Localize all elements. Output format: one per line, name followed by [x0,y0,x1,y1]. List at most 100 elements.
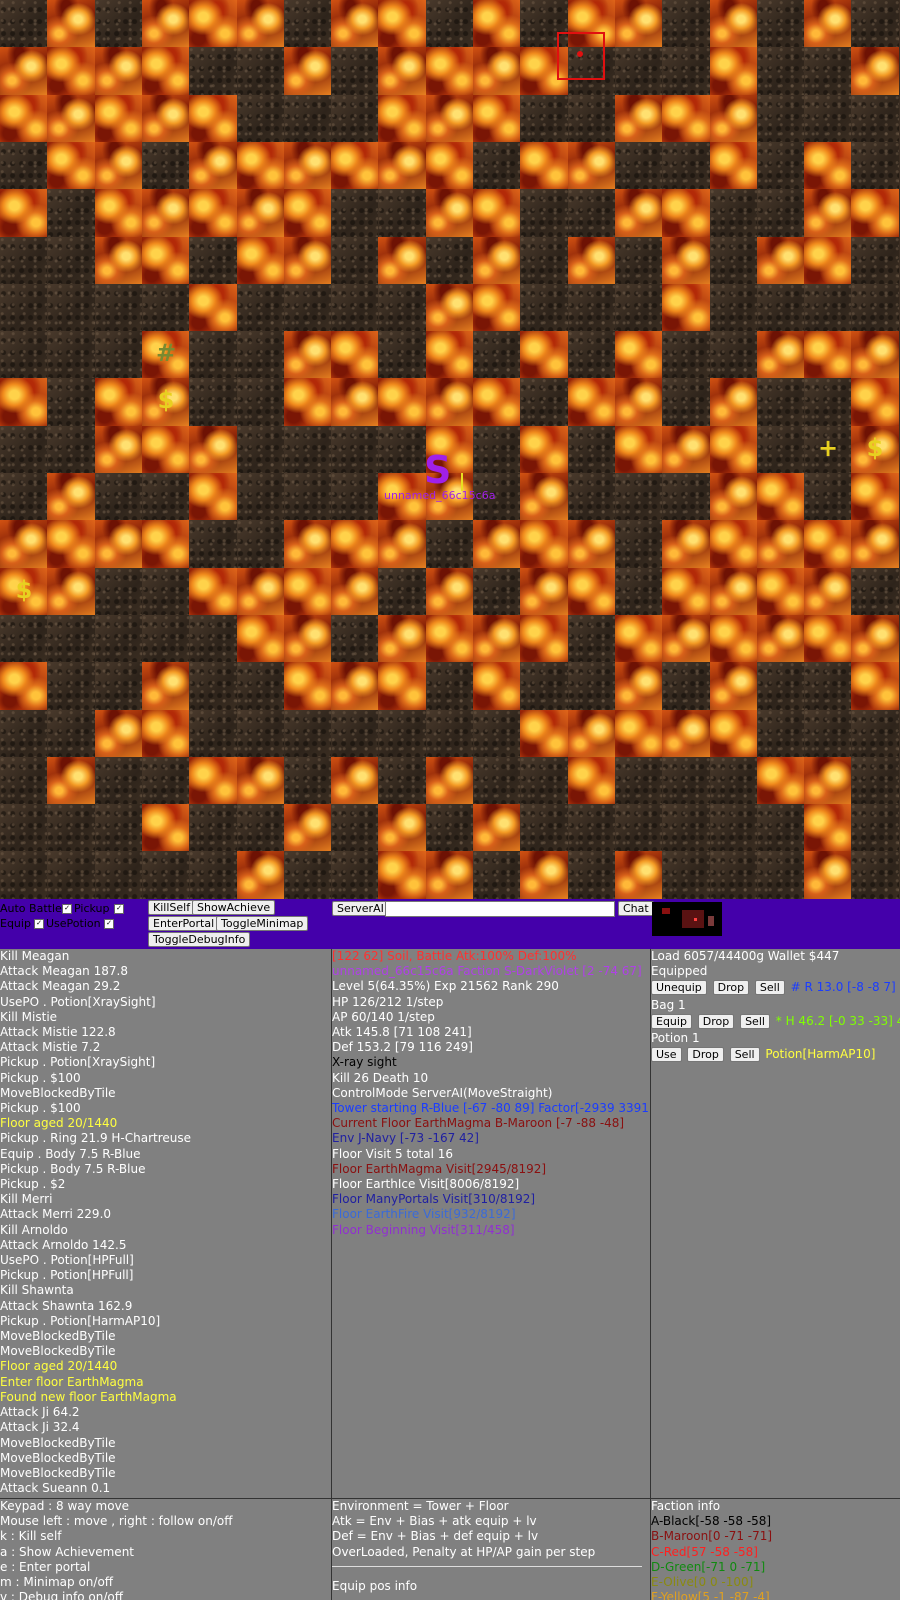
soil-tile[interactable] [568,804,616,852]
lava-tile[interactable] [0,47,48,95]
soil-tile[interactable] [804,284,852,332]
lava-tile[interactable] [189,95,237,143]
soil-tile[interactable] [189,520,237,568]
lava-tile[interactable] [473,520,521,568]
lava-tile[interactable] [237,142,285,190]
soil-tile[interactable] [662,0,710,48]
lava-tile[interactable] [378,520,426,568]
lava-tile[interactable] [662,615,710,663]
soil-tile[interactable] [615,568,663,616]
lava-tile[interactable] [142,804,190,852]
soil-tile[interactable] [804,662,852,710]
soil-tile[interactable] [284,851,332,899]
lava-tile[interactable] [568,378,616,426]
lava-tile[interactable] [426,142,474,190]
lava-tile[interactable] [378,0,426,48]
lava-tile[interactable] [662,520,710,568]
lava-tile[interactable] [426,331,474,379]
soil-tile[interactable] [757,189,805,237]
lava-tile[interactable] [284,615,332,663]
soil-tile[interactable] [851,710,899,758]
lava-tile[interactable] [237,568,285,616]
lava-tile[interactable] [804,237,852,285]
lava-tile[interactable] [520,710,568,758]
lava-tile[interactable] [95,237,143,285]
soil-tile[interactable] [95,284,143,332]
soil-tile[interactable] [615,473,663,521]
lava-tile[interactable] [0,520,48,568]
auto-battle-checkbox[interactable]: ✓ [62,904,72,914]
sell-potion-button[interactable]: Sell [729,1047,760,1063]
soil-tile[interactable] [851,757,899,805]
soil-tile[interactable] [757,284,805,332]
lava-tile[interactable] [473,662,521,710]
lava-tile[interactable] [142,47,190,95]
lava-tile[interactable] [662,189,710,237]
lava-tile[interactable] [284,662,332,710]
soil-tile[interactable] [757,804,805,852]
lava-tile[interactable] [568,710,616,758]
soil-tile[interactable] [331,615,379,663]
soil-tile[interactable] [47,331,95,379]
lava-tile[interactable] [47,520,95,568]
lava-tile[interactable] [142,520,190,568]
soil-tile[interactable] [237,710,285,758]
soil-tile[interactable] [284,426,332,474]
soil-tile[interactable] [568,284,616,332]
lava-tile[interactable] [284,142,332,190]
soil-tile[interactable] [47,426,95,474]
lava-tile[interactable] [237,237,285,285]
server-ai-button[interactable]: ServerAI [332,901,389,916]
soil-tile[interactable] [520,662,568,710]
lava-tile[interactable] [426,47,474,95]
lava-tile[interactable] [331,520,379,568]
drop-bag-button[interactable]: Drop [697,1013,735,1029]
lava-tile[interactable] [189,757,237,805]
lava-tile[interactable] [237,0,285,48]
lava-tile[interactable] [710,473,758,521]
soil-tile[interactable] [426,662,474,710]
soil-tile[interactable] [189,331,237,379]
soil-tile[interactable] [804,710,852,758]
lava-tile[interactable] [473,47,521,95]
lava-tile[interactable] [284,804,332,852]
soil-tile[interactable] [0,284,48,332]
lava-tile[interactable] [378,237,426,285]
lava-tile[interactable] [0,662,48,710]
soil-tile[interactable] [189,378,237,426]
soil-tile[interactable] [237,804,285,852]
lava-tile[interactable] [615,710,663,758]
lava-tile[interactable] [95,710,143,758]
sell-equipped-button[interactable]: Sell [754,980,785,996]
soil-tile[interactable] [0,615,48,663]
soil-tile[interactable] [568,615,616,663]
soil-tile[interactable] [331,473,379,521]
lava-tile[interactable] [851,331,899,379]
soil-tile[interactable] [378,757,426,805]
soil-tile[interactable] [851,237,899,285]
lava-tile[interactable] [520,851,568,899]
soil-tile[interactable] [757,378,805,426]
lava-tile[interactable] [284,189,332,237]
lava-tile[interactable] [615,189,663,237]
soil-tile[interactable] [615,237,663,285]
lava-tile[interactable] [189,189,237,237]
lava-tile[interactable] [284,520,332,568]
lava-tile[interactable] [426,189,474,237]
soil-tile[interactable] [0,757,48,805]
lava-tile[interactable] [804,331,852,379]
soil-tile[interactable] [237,378,285,426]
soil-tile[interactable] [331,804,379,852]
soil-tile[interactable] [284,710,332,758]
lava-tile[interactable] [851,473,899,521]
lava-tile[interactable] [473,804,521,852]
lava-tile[interactable] [426,284,474,332]
soil-tile[interactable] [142,615,190,663]
sell-bag-button[interactable]: Sell [740,1013,770,1029]
soil-tile[interactable] [47,662,95,710]
lava-tile[interactable] [47,757,95,805]
lava-tile[interactable] [851,520,899,568]
lava-tile[interactable] [615,662,663,710]
lava-tile[interactable] [710,615,758,663]
soil-tile[interactable] [473,757,521,805]
